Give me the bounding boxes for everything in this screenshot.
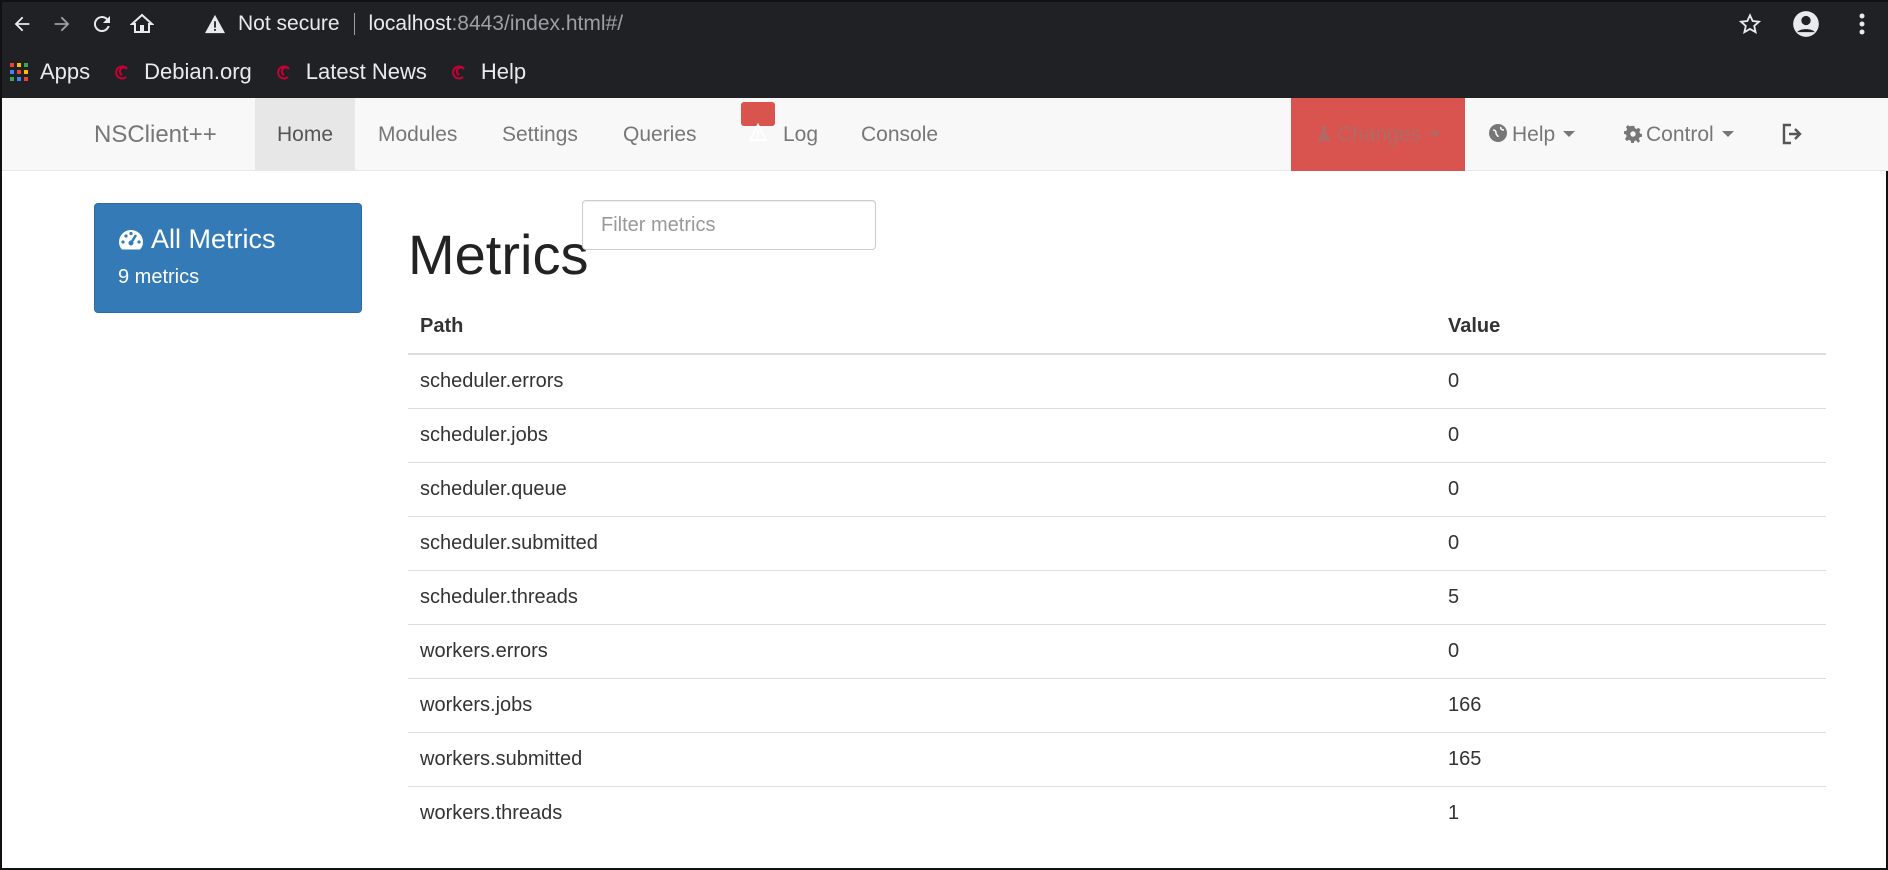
- nav-console[interactable]: Console: [839, 98, 960, 171]
- help-label: Help: [1512, 123, 1556, 146]
- column-header-path[interactable]: Path: [408, 300, 1436, 355]
- metric-value: 0: [1436, 407, 1826, 462]
- debian-swirl-icon: [274, 62, 294, 82]
- gear-icon: [1624, 100, 1642, 173]
- bookmark-label: Debian.org: [144, 59, 252, 84]
- brand[interactable]: NSClient++: [94, 98, 217, 171]
- bookmark-label: Help: [480, 59, 527, 84]
- metric-path: scheduler.submitted: [408, 515, 1436, 570]
- page-title: Metrics: [408, 223, 589, 286]
- metric-value: 0: [1448, 369, 1460, 392]
- url-host[interactable]: localhost: [369, 12, 452, 36]
- metric-path: workers.jobs: [408, 677, 1436, 732]
- debian-swirl-icon: [112, 62, 132, 82]
- metric-path: workers.submitted: [408, 731, 1436, 786]
- metric-value: 166: [1436, 677, 1826, 732]
- help-dropdown[interactable]: Help: [1466, 98, 1597, 171]
- table-row[interactable]: scheduler.threads 5: [408, 569, 1826, 624]
- card-title: All Metrics: [151, 224, 276, 254]
- nav-modules[interactable]: Modules: [356, 98, 479, 171]
- table-row[interactable]: scheduler.errors 0: [408, 354, 1826, 408]
- flask-icon: [1315, 100, 1333, 173]
- apps-grid-icon: [10, 63, 28, 81]
- bookmark-latest-news[interactable]: Latest News: [266, 46, 441, 98]
- security-label[interactable]: Not secure: [238, 12, 340, 36]
- control-dropdown[interactable]: Control: [1602, 98, 1756, 171]
- all-metrics-card[interactable]: All Metrics 9 metrics: [94, 203, 362, 313]
- metrics-table: Path Value scheduler.errors 0 scheduler.j…: [408, 300, 1826, 840]
- globe-icon: [1488, 100, 1508, 173]
- table-header-row: Path Value: [408, 300, 1826, 355]
- nav-home[interactable]: Home: [255, 98, 356, 171]
- logout-icon[interactable]: [1759, 98, 1827, 171]
- metric-path: workers.threads: [408, 785, 1436, 840]
- star-icon[interactable]: [1722, 2, 1778, 46]
- metric-value: 0: [1436, 515, 1826, 570]
- bookmark-label: Latest News: [305, 59, 427, 84]
- metric-path: workers.errors: [408, 623, 1436, 678]
- metric-value: 5: [1436, 569, 1826, 624]
- back-arrow-icon[interactable]: [2, 2, 42, 46]
- bookmark-debian[interactable]: Debian.org: [104, 46, 266, 98]
- control-label: Control: [1646, 123, 1714, 146]
- nav-settings[interactable]: Settings: [480, 98, 600, 171]
- table-row[interactable]: workers.errors 0: [408, 623, 1826, 678]
- column-header-value[interactable]: Value: [1436, 300, 1826, 355]
- dashboard-gauge-icon: [117, 228, 145, 252]
- separator: [353, 13, 355, 35]
- home-icon[interactable]: [122, 2, 162, 46]
- metric-value: 1: [1436, 785, 1826, 840]
- metric-value: 0: [1436, 461, 1826, 516]
- bookmark-apps[interactable]: Apps: [2, 46, 104, 98]
- filter-metrics-input[interactable]: [582, 200, 876, 250]
- nav-log-label: Log: [783, 123, 819, 146]
- metric-path: scheduler.queue: [408, 461, 1436, 516]
- browser-toolbar: Not secure localhost:8443/index.html#/: [2, 2, 1888, 46]
- app-navbar: NSClient++ Home Modules Settings Queries…: [2, 98, 1888, 171]
- forward-arrow-icon[interactable]: [42, 2, 82, 46]
- url-path[interactable]: :8443/index.html#/: [451, 12, 623, 36]
- changes-label: Changes: [1336, 123, 1422, 146]
- bookmark-help[interactable]: Help: [441, 46, 540, 98]
- reload-icon[interactable]: [82, 2, 122, 46]
- table-row[interactable]: workers.threads 1: [408, 785, 1826, 840]
- metric-value: 165: [1436, 731, 1826, 786]
- table-row[interactable]: scheduler.queue 0: [408, 461, 1826, 516]
- metric-path: scheduler.threads: [408, 569, 1436, 624]
- nav-log[interactable]: Log: [719, 98, 840, 171]
- table-row[interactable]: workers.submitted 165: [408, 731, 1826, 786]
- alert-warning-icon: [741, 102, 775, 141]
- metric-value: 0: [1436, 623, 1826, 678]
- table-row[interactable]: scheduler.submitted 0: [408, 515, 1826, 570]
- metrics-count: 9 metrics: [118, 266, 200, 288]
- warning-icon: [202, 14, 228, 34]
- nav-queries[interactable]: Queries: [601, 98, 719, 171]
- table-row[interactable]: scheduler.jobs 0: [408, 407, 1826, 462]
- caret-down-icon: [1429, 131, 1442, 137]
- bookmark-label: Apps: [40, 59, 91, 84]
- caret-down-icon: [1563, 131, 1576, 137]
- metric-path: scheduler.jobs: [408, 407, 1436, 462]
- menu-kebab-icon[interactable]: [1834, 2, 1888, 46]
- account-icon[interactable]: [1778, 2, 1834, 46]
- caret-down-icon: [1721, 131, 1734, 137]
- table-row[interactable]: workers.jobs 166: [408, 677, 1826, 732]
- metric-path: scheduler.errors: [420, 369, 564, 392]
- changes-dropdown[interactable]: Changes: [1291, 98, 1465, 171]
- debian-swirl-icon: [449, 62, 469, 82]
- bookmarks-bar: Apps Debian.org Latest News Help: [2, 46, 1888, 98]
- omnibox[interactable]: Not secure localhost:8443/index.html#/: [202, 6, 1782, 42]
